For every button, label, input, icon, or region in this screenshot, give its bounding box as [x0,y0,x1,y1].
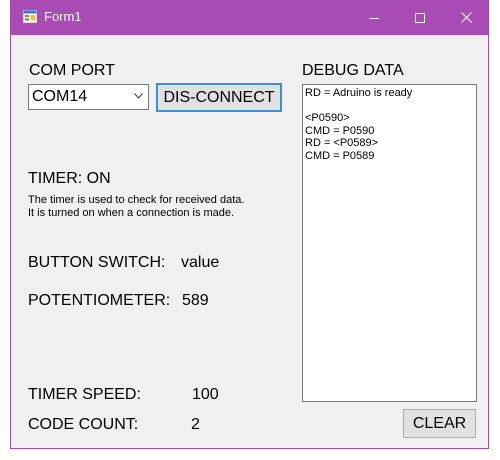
button-switch-value: value [181,254,220,271]
maximize-icon [415,12,425,23]
com-port-select[interactable]: COM14 [28,84,149,110]
clear-button[interactable]: CLEAR [403,409,476,438]
title-bar[interactable]: Form1 [11,0,488,35]
timer-speed-label: TIMER SPEED: [28,386,141,403]
timer-description-line: The timer is used to check for received … [28,194,245,206]
com-port-selected-value: COM14 [32,88,88,105]
debug-line: CMD = P0589 [305,149,375,162]
clear-button-label: CLEAR [412,414,467,432]
debug-data-textbox[interactable]: RD = Adruino is ready <P0590> CMD = P059… [302,84,477,402]
debug-line: <P0590> [305,112,350,124]
disconnect-button-label: DIS-CONNECT [163,88,275,106]
timer-speed-value: 100 [192,386,219,403]
com-port-label: COM PORT [29,62,115,79]
debug-line [305,100,474,113]
potentiometer-value: 589 [182,292,209,309]
window-title: Form1 [44,9,82,24]
app-icon [23,10,37,23]
button-switch-label: BUTTON SWITCH: [28,254,166,271]
close-button[interactable] [443,0,489,35]
disconnect-button[interactable]: DIS-CONNECT [156,83,282,112]
form-window: Form1 COM PORT COM14 DIS-CONNECT DEBUG D… [10,0,489,449]
chevron-down-icon [134,93,143,99]
minimize-icon [369,17,379,19]
potentiometer-label: POTENTIOMETER: [28,292,171,309]
code-count-label: CODE COUNT: [28,416,139,433]
debug-data-label: DEBUG DATA [302,62,404,79]
debug-line: CMD = P0590 [305,124,375,137]
timer-description-line: It is turned on when a connection is mad… [28,207,235,219]
maximize-button[interactable] [397,0,443,35]
debug-line: RD = <P0589> [305,137,379,149]
timer-status-label: TIMER: ON [28,170,111,187]
minimize-button[interactable] [351,0,397,35]
debug-line: RD = Adruino is ready [305,87,413,99]
close-icon [460,12,472,23]
code-count-value: 2 [191,416,200,433]
